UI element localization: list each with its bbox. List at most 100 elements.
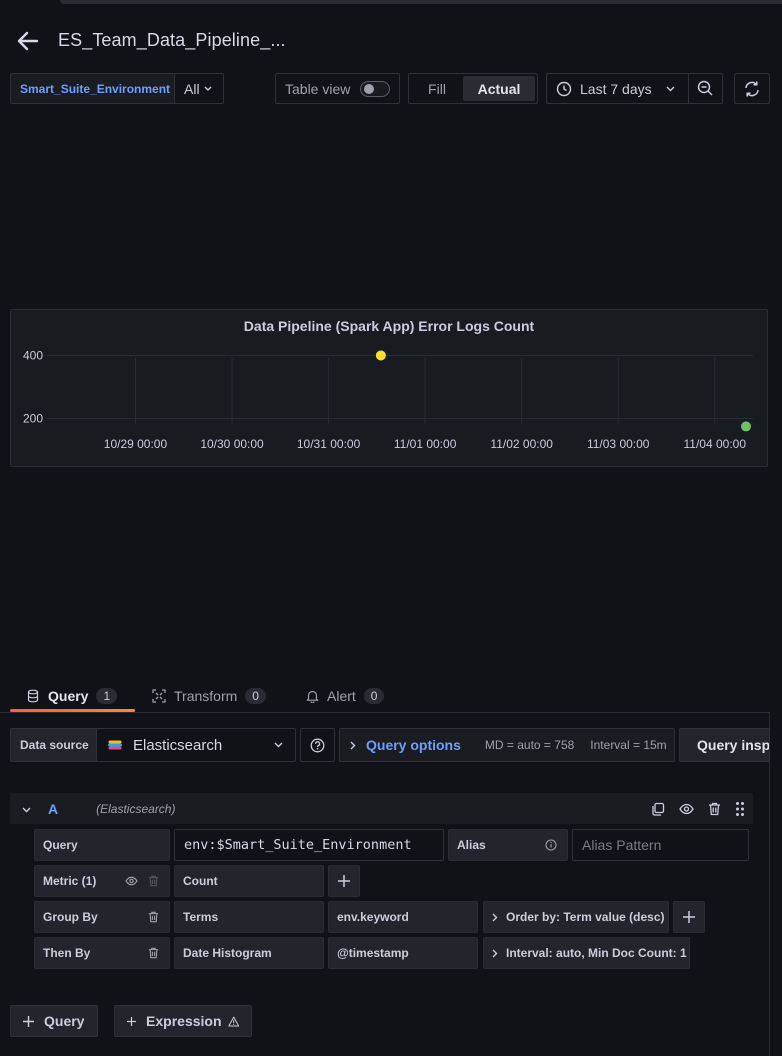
metric-actions	[125, 875, 159, 887]
eye-icon[interactable]	[125, 876, 138, 886]
tab-transform[interactable]: Transform 0	[152, 680, 266, 712]
add-query-label: Query	[44, 1013, 85, 1029]
query-inspector-button[interactable]: Query inspector	[679, 728, 770, 762]
table-view-label: Table view	[285, 80, 351, 97]
refresh-icon	[745, 81, 759, 96]
database-icon	[27, 689, 39, 703]
query-ref-id[interactable]: A	[48, 801, 58, 817]
panel-preview[interactable]: Data Pipeline (Spark App) Error Logs Cou…	[10, 309, 768, 467]
elasticsearch-icon	[108, 740, 122, 750]
drag-handle-icon[interactable]	[735, 801, 745, 817]
fill-option[interactable]: Fill	[411, 76, 463, 101]
zoom-out-icon	[697, 80, 713, 96]
variable-select[interactable]: All	[174, 73, 224, 104]
x-tick-label: 10/29 00:00	[104, 437, 168, 451]
zoom-out-button[interactable]	[688, 73, 723, 104]
tab-transform-count: 0	[245, 688, 266, 704]
toggle-switch[interactable]	[360, 80, 391, 97]
data-point	[375, 350, 386, 361]
thenby-field-select[interactable]: @timestamp	[328, 937, 478, 969]
plus-icon	[683, 911, 695, 923]
transform-icon	[152, 689, 166, 703]
x-tick-label: 11/04 00:00	[684, 437, 747, 451]
y-tick-label: 400	[23, 348, 43, 362]
data-point	[741, 421, 751, 432]
add-metric-button[interactable]	[328, 865, 360, 897]
thenby-label-text: Then By	[43, 946, 91, 960]
data-source-picker[interactable]: Elasticsearch	[96, 728, 296, 762]
alias-label-text: Alias	[457, 838, 486, 852]
time-range-value: Last 7 days	[580, 80, 652, 97]
chevron-down-icon	[204, 86, 212, 91]
tab-query[interactable]: Query 1	[26, 680, 118, 712]
question-circle-icon	[310, 738, 325, 752]
metric-type-select[interactable]: Count	[174, 865, 324, 897]
metric-label: Metric (1)	[34, 865, 170, 897]
tab-query-label: Query	[48, 688, 89, 704]
trash-icon[interactable]	[708, 802, 721, 816]
arrow-left-icon	[17, 31, 39, 51]
tab-alert-count: 0	[363, 688, 385, 704]
x-tick-label: 10/31 00:00	[297, 437, 361, 451]
plus-icon	[127, 1016, 137, 1026]
table-view-toggle[interactable]: Table view	[275, 73, 400, 104]
x-tick-label: 11/03 00:00	[587, 437, 650, 451]
data-source-name: Elasticsearch	[133, 736, 223, 754]
scatter-chart: 400 200 10/29 00:00 10/30 00:00 10/31 00:00 1…	[23, 348, 753, 451]
copy-icon[interactable]	[651, 802, 665, 816]
actual-option[interactable]: Actual	[463, 76, 535, 101]
page-title: ES_Team_Data_Pipeline_...	[58, 30, 286, 50]
trash-icon[interactable]	[148, 911, 159, 923]
tab-transform-label: Transform	[174, 688, 238, 704]
alias-input[interactable]: Alias Pattern	[572, 829, 749, 861]
top-scrollbar	[0, 0, 782, 6]
thenby-actions	[148, 947, 159, 959]
groupby-order-label: Order by: Term value (desc)	[506, 910, 665, 924]
alias-label: Alias	[448, 829, 568, 861]
thenby-interval-settings[interactable]: Interval: auto, Min Doc Count: 1	[483, 937, 690, 969]
chevron-right-icon	[492, 913, 498, 921]
eye-icon[interactable]	[679, 803, 694, 815]
query-input[interactable]: env:$Smart_Suite_Environment	[174, 829, 444, 861]
trash-icon[interactable]	[148, 947, 159, 959]
metric-label-text: Metric (1)	[43, 874, 97, 888]
x-tick-label: 11/01 00:00	[394, 437, 457, 451]
query-label: Query	[34, 829, 170, 861]
add-groupby-button[interactable]	[673, 901, 705, 933]
query-options-interval: Interval = 15m	[590, 738, 667, 752]
groupby-label-text: Group By	[43, 910, 98, 924]
trash-icon[interactable]	[148, 875, 159, 887]
groupby-type-select[interactable]: Terms	[174, 901, 324, 933]
add-expression-label: Expression	[146, 1013, 222, 1029]
query-options-button[interactable]: Query options MD = auto = 758 Interval =…	[339, 728, 675, 762]
groupby-field-select[interactable]: env.keyword	[328, 901, 478, 933]
add-expression-button[interactable]: Expression	[114, 1005, 252, 1037]
tab-query-count: 1	[96, 688, 118, 704]
groupby-label: Group By	[34, 901, 170, 933]
chevron-right-icon	[350, 741, 356, 749]
query-row-header[interactable]: A (Elasticsearch)	[10, 793, 753, 824]
groupby-order-settings[interactable]: Order by: Term value (desc)	[483, 901, 669, 933]
info-circle-icon	[545, 839, 557, 851]
tab-alert[interactable]: Alert 0	[306, 680, 385, 712]
collapse-toggle[interactable]	[22, 801, 38, 816]
plus-icon	[338, 875, 350, 887]
data-source-label: Data source	[10, 728, 99, 762]
chevron-right-icon	[492, 949, 498, 957]
alias-info[interactable]	[545, 839, 557, 851]
add-query-button[interactable]: Query	[10, 1005, 98, 1037]
fill-actual-radio-group[interactable]: Fill Actual	[408, 73, 538, 104]
clock-icon	[556, 81, 572, 96]
thenby-label: Then By	[34, 937, 170, 969]
chevron-down-icon	[22, 807, 31, 813]
refresh-button[interactable]	[734, 73, 770, 104]
query-row-actions	[651, 793, 745, 824]
bell-icon	[306, 690, 319, 703]
data-source-help-button[interactable]	[300, 728, 335, 762]
variable-label: Smart_Suite_Environment	[10, 73, 181, 104]
back-button[interactable]	[14, 27, 42, 55]
time-range-picker[interactable]: Last 7 days	[546, 73, 689, 104]
y-tick-label: 200	[23, 412, 43, 426]
thenby-interval-label: Interval: auto, Min Doc Count: 1	[506, 946, 687, 960]
thenby-type-select[interactable]: Date Histogram	[174, 937, 324, 969]
